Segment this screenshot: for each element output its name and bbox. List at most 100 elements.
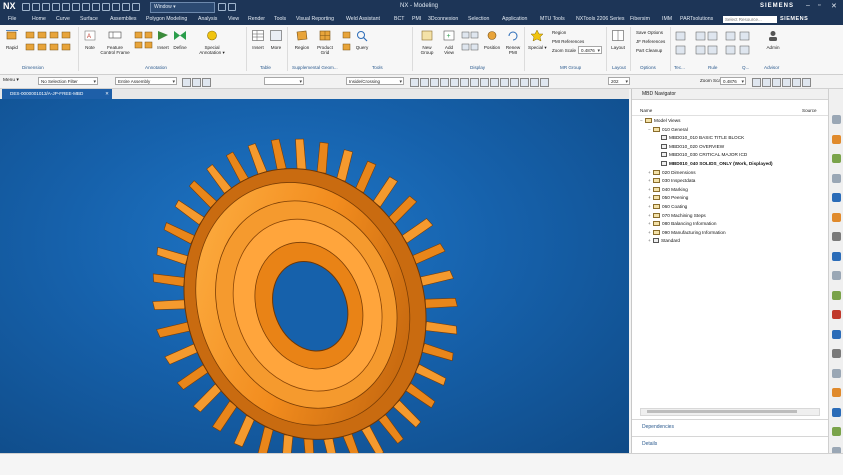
jf-references-item[interactable]: JF References <box>636 39 665 44</box>
position-button[interactable]: Position <box>482 29 502 50</box>
menu-button[interactable]: Menu ▾ <box>3 78 19 83</box>
document-tab[interactable]: DES-0000001013/A-JP-FREE-MBD ✕ <box>2 89 112 99</box>
rapid-dimension-button[interactable]: Rapid <box>2 29 22 50</box>
minimize-icon[interactable]: – <box>806 2 810 9</box>
layer-icon[interactable] <box>802 78 811 87</box>
assembly-dropdown[interactable]: Entire Assembly <box>115 77 177 85</box>
part-cleanup-item[interactable]: Part Cleanup <box>636 48 662 53</box>
pmi-references-item[interactable]: PMI References <box>552 39 584 44</box>
menu-item-imm[interactable]: IMM <box>662 16 672 22</box>
view-orient-icon[interactable] <box>752 78 761 87</box>
menu-item-render[interactable]: Render <box>248 16 265 22</box>
mbd-navigator-icon[interactable] <box>832 212 841 222</box>
snap-intersect-icon[interactable] <box>470 78 479 87</box>
customize-icon[interactable] <box>122 3 130 11</box>
table-more-button[interactable]: More <box>268 29 284 50</box>
tree-node[interactable]: +090 Manufacturing Information <box>648 229 726 235</box>
selection-icon[interactable] <box>182 78 191 87</box>
column-name[interactable]: Name <box>640 108 652 113</box>
menu-item-polygon-modeling[interactable]: Polygon Modeling <box>146 16 187 22</box>
cut-icon[interactable] <box>52 3 60 11</box>
palette-icon[interactable] <box>832 388 841 397</box>
menu-item-partsolutions[interactable]: PARTsolutions <box>680 16 713 22</box>
table-insert-button[interactable]: Insert <box>250 29 266 50</box>
web-browser-icon[interactable] <box>832 251 841 261</box>
save-options-item[interactable]: Save Options <box>636 30 663 35</box>
snap-point-icon[interactable] <box>420 78 429 87</box>
process-studio-icon[interactable] <box>832 329 841 339</box>
tree-node[interactable]: MBD010_020 OVERVIEW <box>656 143 724 149</box>
dependencies-section[interactable]: Dependencies <box>632 419 828 433</box>
undo-icon[interactable] <box>32 3 40 11</box>
add-view-button[interactable]: + Add View <box>440 29 458 55</box>
hd3d-tools-icon[interactable] <box>832 232 841 241</box>
snap-extra-icon[interactable] <box>540 78 549 87</box>
tree-node[interactable]: MBD010_010 BASIC TITLE BLOCK <box>656 135 744 141</box>
special-annotation-button[interactable]: Special Annotation ▾ <box>194 29 230 55</box>
copy-icon[interactable] <box>62 3 70 11</box>
pin-icon[interactable] <box>102 3 110 11</box>
deselect-icon[interactable] <box>202 78 211 87</box>
ribbon-zoom-scale-field[interactable]: 0.4876 <box>578 46 602 54</box>
menu-item-analysis[interactable]: Analysis <box>198 16 217 22</box>
fit-icon[interactable] <box>762 78 771 87</box>
number-dropdown[interactable]: 202 <box>608 77 630 85</box>
redo-icon[interactable] <box>42 3 50 11</box>
menu-item-fibersim[interactable]: Fibersim <box>630 16 650 22</box>
grid-icon[interactable] <box>112 3 120 11</box>
snap-curve-icon[interactable] <box>520 78 529 87</box>
column-source[interactable]: Source <box>802 108 817 113</box>
resource-search-input[interactable]: Select Resource... <box>723 16 777 23</box>
menu-item-weld-assistant[interactable]: Weld Assistant <box>346 16 380 22</box>
shade-icon[interactable] <box>772 78 781 87</box>
special-button[interactable]: Special ▾ <box>528 29 547 50</box>
snap-mid-icon[interactable] <box>440 78 449 87</box>
menu-item-surface[interactable]: Surface <box>80 16 98 22</box>
assembly-navigator-icon[interactable] <box>832 134 841 144</box>
snap-pole-icon[interactable] <box>510 78 519 87</box>
pmi-icon[interactable] <box>832 427 841 436</box>
menu-item-home[interactable]: Home <box>32 16 46 22</box>
menu-item-tools[interactable]: Tools <box>274 16 286 22</box>
manufacturing-icon[interactable] <box>832 407 841 417</box>
menu-item-curve[interactable]: Curve <box>56 16 70 22</box>
zoom-scale-field[interactable]: 0.4876 <box>720 77 746 85</box>
snap-bounded-icon[interactable] <box>530 78 539 87</box>
constraint-navigator-icon[interactable] <box>832 154 841 163</box>
tree-node[interactable]: − Model Views <box>640 118 681 123</box>
roles-icon[interactable] <box>832 290 841 300</box>
more-icon[interactable] <box>228 3 236 11</box>
tree-node[interactable]: −010 General <box>648 126 688 132</box>
reuse-library-icon[interactable] <box>832 193 841 202</box>
snap-center-icon[interactable] <box>450 78 459 87</box>
menu-item-mtu-tools[interactable]: MTU Tools <box>540 16 565 22</box>
system-materials-icon[interactable] <box>832 310 841 319</box>
menu-item-nxtools-2206-series[interactable]: NXTools 2206 Series <box>576 16 624 22</box>
tree-node[interactable]: MBD010_040 SOLIDS_ONLY (Work, Displayed) <box>656 161 773 166</box>
new-group-button[interactable]: New Group <box>416 29 438 55</box>
clock-icon[interactable] <box>832 368 841 378</box>
snap-icon[interactable] <box>410 78 419 87</box>
maximize-icon[interactable]: ▫ <box>818 2 820 9</box>
layout-button[interactable]: Layout <box>610 29 626 50</box>
selection-filter-dropdown[interactable]: No Selection Filter <box>38 77 98 85</box>
touch-mode-icon[interactable] <box>92 3 100 11</box>
menu-item-bct[interactable]: BCT <box>394 16 404 22</box>
tree-node[interactable]: +050 Peening <box>648 195 688 201</box>
section-icon[interactable] <box>792 78 801 87</box>
details-section[interactable]: Details <box>632 436 828 450</box>
tree-node[interactable]: +020 Dimensions <box>648 169 696 175</box>
note-button[interactable]: A Note <box>82 29 98 50</box>
tree-node[interactable]: +030 Inspectdata <box>648 178 695 184</box>
view-icon[interactable] <box>218 3 226 11</box>
tree-node[interactable]: +040 Marking <box>648 186 688 192</box>
snap-end-icon[interactable] <box>430 78 439 87</box>
select-all-icon[interactable] <box>192 78 201 87</box>
type-filter-dropdown[interactable] <box>264 77 304 85</box>
region-button[interactable]: Region <box>292 29 312 50</box>
part-navigator-alt-icon[interactable] <box>832 173 841 183</box>
turbine-disk-model[interactable] <box>0 99 629 453</box>
snap-existing-icon[interactable] <box>480 78 489 87</box>
feature-control-frame-button[interactable]: Feature Control Frame <box>100 29 130 55</box>
menu-item-visual-reporting[interactable]: Visual Reporting <box>296 16 334 22</box>
